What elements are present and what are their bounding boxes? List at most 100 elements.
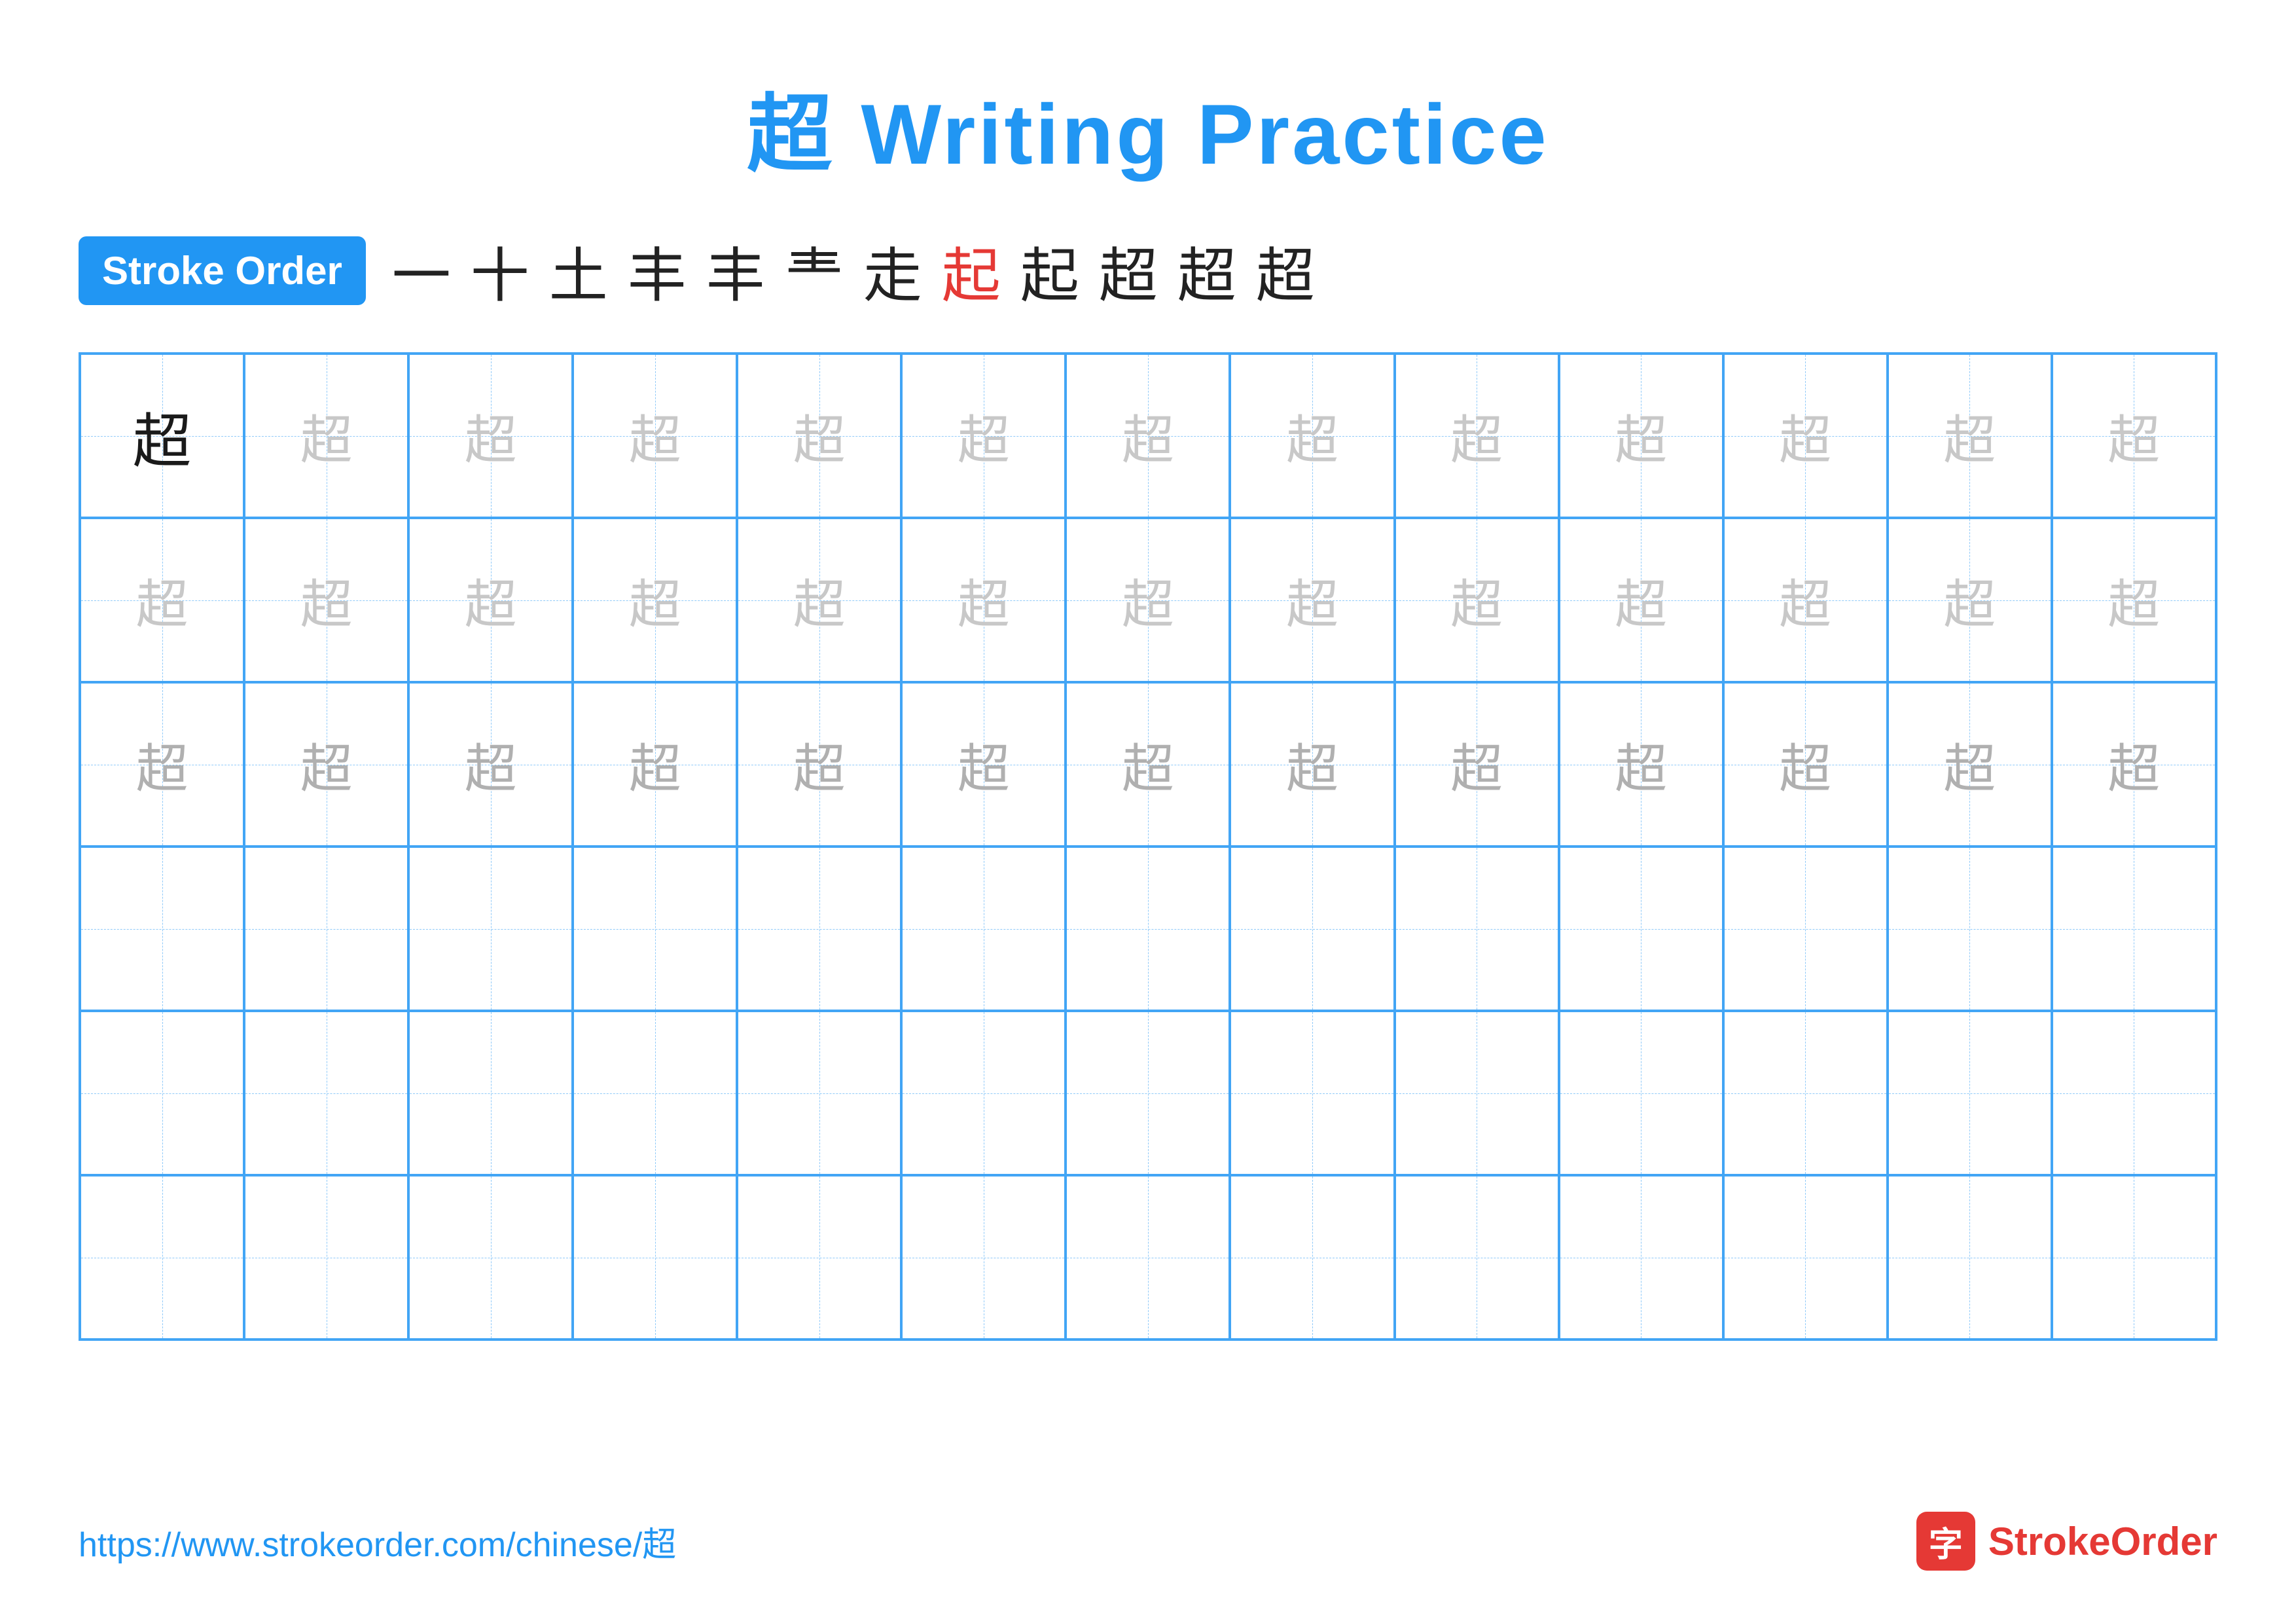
grid-cell-4-8[interactable] <box>1395 1011 1559 1175</box>
grid-cell-2-6[interactable]: 超 <box>1066 682 1230 847</box>
grid-cell-4-4[interactable] <box>737 1011 901 1175</box>
grid-cell-4-10[interactable] <box>1723 1011 1888 1175</box>
grid-cell-3-8[interactable] <box>1395 847 1559 1011</box>
grid-cell-0-11[interactable]: 超 <box>1888 354 2052 518</box>
grid-cell-0-2[interactable]: 超 <box>408 354 573 518</box>
grid-cell-5-5[interactable] <box>901 1175 1066 1340</box>
grid-cell-2-12[interactable]: 超 <box>2052 682 2216 847</box>
grid-cell-1-2[interactable]: 超 <box>408 518 573 682</box>
grid-cell-2-7[interactable]: 超 <box>1230 682 1394 847</box>
footer-url[interactable]: https://www.strokeorder.com/chinese/超 <box>79 1517 676 1566</box>
grid-cell-1-9[interactable]: 超 <box>1559 518 1723 682</box>
grid-cell-3-1[interactable] <box>244 847 408 1011</box>
grid-cell-5-6[interactable] <box>1066 1175 1230 1340</box>
grid-cell-3-3[interactable] <box>573 847 737 1011</box>
grid-cell-2-8[interactable]: 超 <box>1395 682 1559 847</box>
char-glyph: 超 <box>300 727 353 803</box>
grid-cell-3-9[interactable] <box>1559 847 1723 1011</box>
grid-cell-2-10[interactable]: 超 <box>1723 682 1888 847</box>
char-glyph: 超 <box>1122 398 1174 474</box>
grid-cell-0-8[interactable]: 超 <box>1395 354 1559 518</box>
char-glyph: 超 <box>465 727 517 803</box>
char-glyph: 超 <box>958 727 1010 803</box>
grid-cell-3-7[interactable] <box>1230 847 1394 1011</box>
grid-cell-2-0[interactable]: 超 <box>80 682 244 847</box>
char-glyph: 超 <box>1286 727 1338 803</box>
grid-cell-0-7[interactable]: 超 <box>1230 354 1394 518</box>
grid-cell-5-7[interactable] <box>1230 1175 1394 1340</box>
grid-cell-5-0[interactable] <box>80 1175 244 1340</box>
grid-cell-1-6[interactable]: 超 <box>1066 518 1230 682</box>
grid-cell-1-1[interactable]: 超 <box>244 518 408 682</box>
stroke-step-9: 超 <box>1099 228 1158 313</box>
grid-cell-4-5[interactable] <box>901 1011 1066 1175</box>
logo-text: StrokeOrder <box>1988 1519 2217 1564</box>
char-glyph: 超 <box>1615 727 1667 803</box>
grid-cell-1-3[interactable]: 超 <box>573 518 737 682</box>
char-glyph: 超 <box>1286 398 1338 474</box>
grid-cell-3-10[interactable] <box>1723 847 1888 1011</box>
grid-cell-5-8[interactable] <box>1395 1175 1559 1340</box>
char-glyph: 超 <box>465 398 517 474</box>
char-glyph: 超 <box>1943 398 1996 474</box>
char-glyph: 超 <box>1286 562 1338 638</box>
grid-cell-4-1[interactable] <box>244 1011 408 1175</box>
grid-cell-2-5[interactable]: 超 <box>901 682 1066 847</box>
grid-cell-0-6[interactable]: 超 <box>1066 354 1230 518</box>
grid-cell-1-11[interactable]: 超 <box>1888 518 2052 682</box>
grid-cell-4-7[interactable] <box>1230 1011 1394 1175</box>
grid-row-2: 超超超超超超超超超超超超超 <box>80 682 2216 847</box>
grid-cell-0-12[interactable]: 超 <box>2052 354 2216 518</box>
char-glyph: 超 <box>793 727 846 803</box>
grid-cell-2-9[interactable]: 超 <box>1559 682 1723 847</box>
grid-cell-4-9[interactable] <box>1559 1011 1723 1175</box>
grid-cell-5-10[interactable] <box>1723 1175 1888 1340</box>
grid-cell-5-1[interactable] <box>244 1175 408 1340</box>
grid-cell-4-11[interactable] <box>1888 1011 2052 1175</box>
grid-cell-4-0[interactable] <box>80 1011 244 1175</box>
grid-cell-4-6[interactable] <box>1066 1011 1230 1175</box>
grid-cell-1-4[interactable]: 超 <box>737 518 901 682</box>
grid-cell-3-11[interactable] <box>1888 847 2052 1011</box>
grid-cell-0-10[interactable]: 超 <box>1723 354 1888 518</box>
grid-cell-0-1[interactable]: 超 <box>244 354 408 518</box>
grid-cell-2-1[interactable]: 超 <box>244 682 408 847</box>
grid-cell-5-4[interactable] <box>737 1175 901 1340</box>
stroke-step-10: 超 <box>1177 228 1236 313</box>
grid-cell-0-5[interactable]: 超 <box>901 354 1066 518</box>
grid-cell-0-9[interactable]: 超 <box>1559 354 1723 518</box>
grid-cell-3-0[interactable] <box>80 847 244 1011</box>
grid-cell-3-4[interactable] <box>737 847 901 1011</box>
char-glyph: 超 <box>136 562 188 638</box>
char-glyph: 超 <box>1779 562 1831 638</box>
grid-cell-5-9[interactable] <box>1559 1175 1723 1340</box>
grid-cell-1-12[interactable]: 超 <box>2052 518 2216 682</box>
grid-cell-2-4[interactable]: 超 <box>737 682 901 847</box>
grid-cell-5-2[interactable] <box>408 1175 573 1340</box>
logo-icon: 字 <box>1916 1512 1975 1571</box>
grid-cell-3-12[interactable] <box>2052 847 2216 1011</box>
stroke-sequence: 一十土丰丰龶走起起超超超 <box>392 228 1315 313</box>
grid-cell-4-3[interactable] <box>573 1011 737 1175</box>
grid-cell-4-2[interactable] <box>408 1011 573 1175</box>
grid-cell-3-2[interactable] <box>408 847 573 1011</box>
grid-cell-5-12[interactable] <box>2052 1175 2216 1340</box>
grid-cell-1-8[interactable]: 超 <box>1395 518 1559 682</box>
grid-cell-1-0[interactable]: 超 <box>80 518 244 682</box>
grid-cell-1-7[interactable]: 超 <box>1230 518 1394 682</box>
grid-cell-1-5[interactable]: 超 <box>901 518 1066 682</box>
grid-cell-3-5[interactable] <box>901 847 1066 1011</box>
char-glyph: 超 <box>300 398 353 474</box>
grid-cell-5-11[interactable] <box>1888 1175 2052 1340</box>
grid-cell-0-3[interactable]: 超 <box>573 354 737 518</box>
grid-cell-4-12[interactable] <box>2052 1011 2216 1175</box>
grid-cell-5-3[interactable] <box>573 1175 737 1340</box>
grid-cell-3-6[interactable] <box>1066 847 1230 1011</box>
grid-cell-2-2[interactable]: 超 <box>408 682 573 847</box>
grid-cell-2-11[interactable]: 超 <box>1888 682 2052 847</box>
page-title: 超 Writing Practice <box>79 65 2217 189</box>
grid-cell-0-0[interactable]: 超 <box>80 354 244 518</box>
grid-cell-1-10[interactable]: 超 <box>1723 518 1888 682</box>
grid-cell-0-4[interactable]: 超 <box>737 354 901 518</box>
grid-cell-2-3[interactable]: 超 <box>573 682 737 847</box>
